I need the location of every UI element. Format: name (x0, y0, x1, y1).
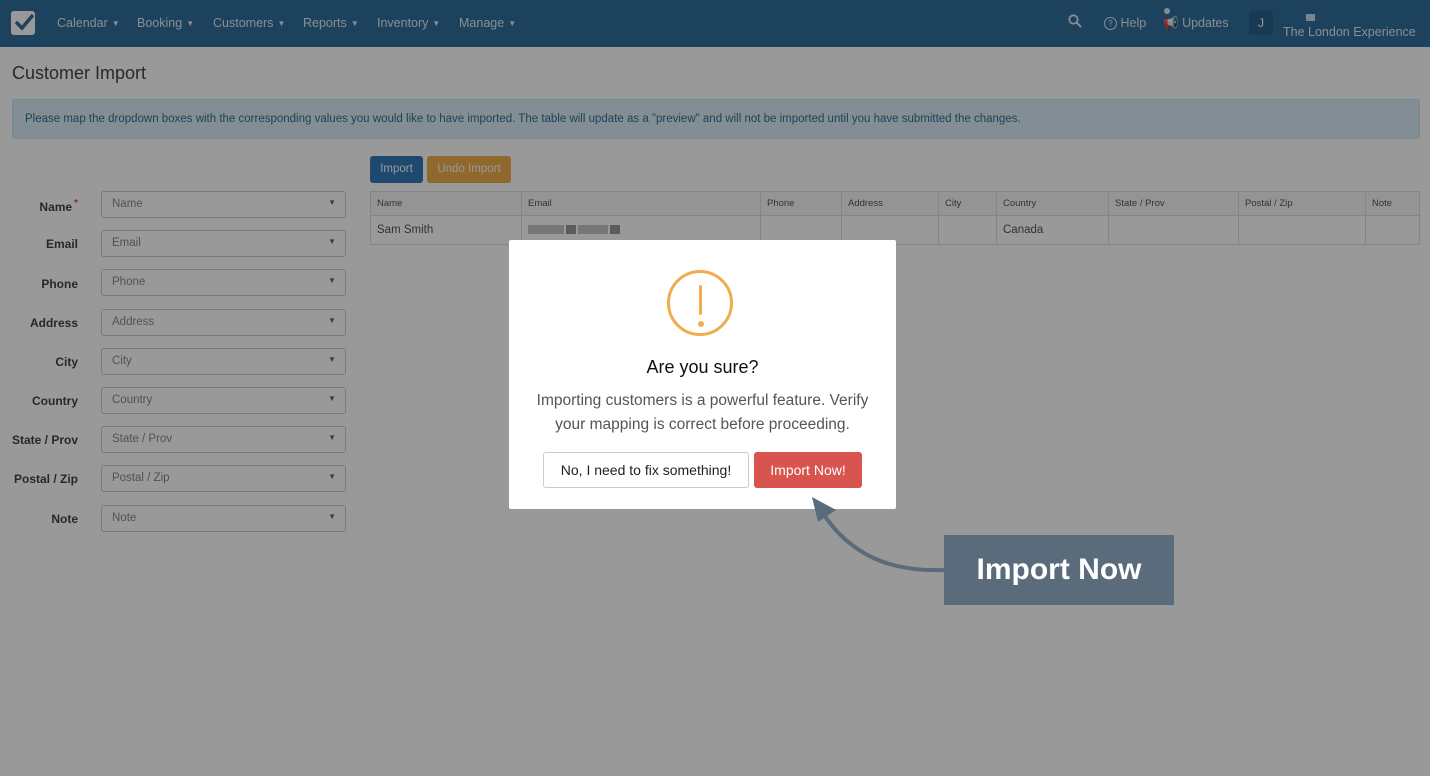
callout-label: Import Now (944, 535, 1174, 605)
callout-arrow-icon (812, 497, 945, 573)
